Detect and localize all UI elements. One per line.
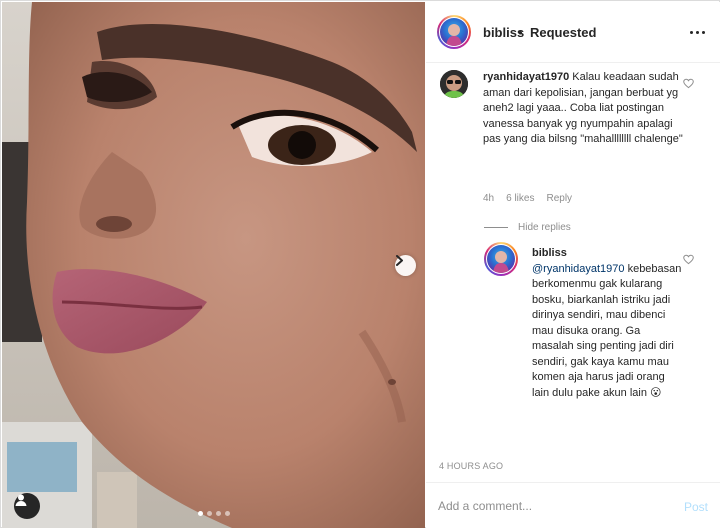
carousel-dot <box>206 511 212 516</box>
avatar-face-icon <box>493 251 509 273</box>
reply-username[interactable]: bibliss <box>532 247 567 259</box>
post-photo[interactable] <box>2 2 425 528</box>
more-options-button[interactable] <box>690 28 706 36</box>
like-comment-heart-icon[interactable] <box>683 78 694 89</box>
reply-mention-link[interactable]: @ryanhidayat1970 <box>532 263 625 275</box>
avatar-sunglasses-icon <box>440 70 468 98</box>
comment-likes[interactable]: 6 likes <box>506 193 534 204</box>
avatar-image <box>440 18 468 46</box>
comments-list: ryanhidayat1970 Kalau keadaan sudah aman… <box>426 64 720 482</box>
carousel-dot <box>224 511 230 516</box>
header-separator: • <box>518 25 523 40</box>
carousel-indicator <box>2 511 425 516</box>
post-comment-button[interactable]: Post <box>684 500 708 514</box>
reply-body: kebebasan berkomenmu gak kularang bosku,… <box>532 262 682 399</box>
commenter-avatar[interactable] <box>440 70 468 98</box>
post-modal: bibliss • Requested ryanhidayat1970 Kala… <box>0 0 720 528</box>
post-details-panel: bibliss • Requested ryanhidayat1970 Kala… <box>426 2 720 528</box>
next-slide-button[interactable] <box>395 255 416 276</box>
carousel-dot <box>197 511 203 516</box>
chevron-right-icon <box>396 255 403 266</box>
comment-username[interactable]: ryanhidayat1970 <box>483 71 569 83</box>
post-timestamp[interactable]: 4 HOURS AGO <box>439 461 503 471</box>
comment-meta: 4h 6 likes Reply <box>483 193 572 204</box>
tagged-users-button[interactable] <box>14 493 40 519</box>
like-reply-heart-icon[interactable] <box>683 254 694 265</box>
hide-replies-line <box>484 227 508 228</box>
reply-author-avatar[interactable] <box>484 242 518 276</box>
more-dot <box>702 30 705 34</box>
more-dot <box>690 30 693 34</box>
post-header: bibliss • Requested <box>426 2 720 63</box>
carousel-dot <box>215 511 221 516</box>
follow-status-button[interactable]: Requested <box>530 25 596 40</box>
comment-reply-button[interactable]: Reply <box>546 193 572 204</box>
comment-time: 4h <box>483 193 495 204</box>
hide-replies-button[interactable]: Hide replies <box>484 222 571 233</box>
avatar-face-icon <box>446 24 462 46</box>
add-comment-bar: Post <box>426 482 720 528</box>
comment-input[interactable] <box>438 496 668 516</box>
comment-text: ryanhidayat1970 Kalau keadaan sudah aman… <box>483 70 683 148</box>
photo-selfie-illustration <box>2 2 425 528</box>
hide-replies-label: Hide replies <box>518 222 571 233</box>
reply-text: bibliss @ryanhidayat1970 kebebasan berkom… <box>532 246 682 401</box>
avatar-image <box>487 245 515 273</box>
user-tag-icon <box>15 494 27 506</box>
more-dot <box>696 30 699 34</box>
author-avatar[interactable] <box>437 15 471 49</box>
